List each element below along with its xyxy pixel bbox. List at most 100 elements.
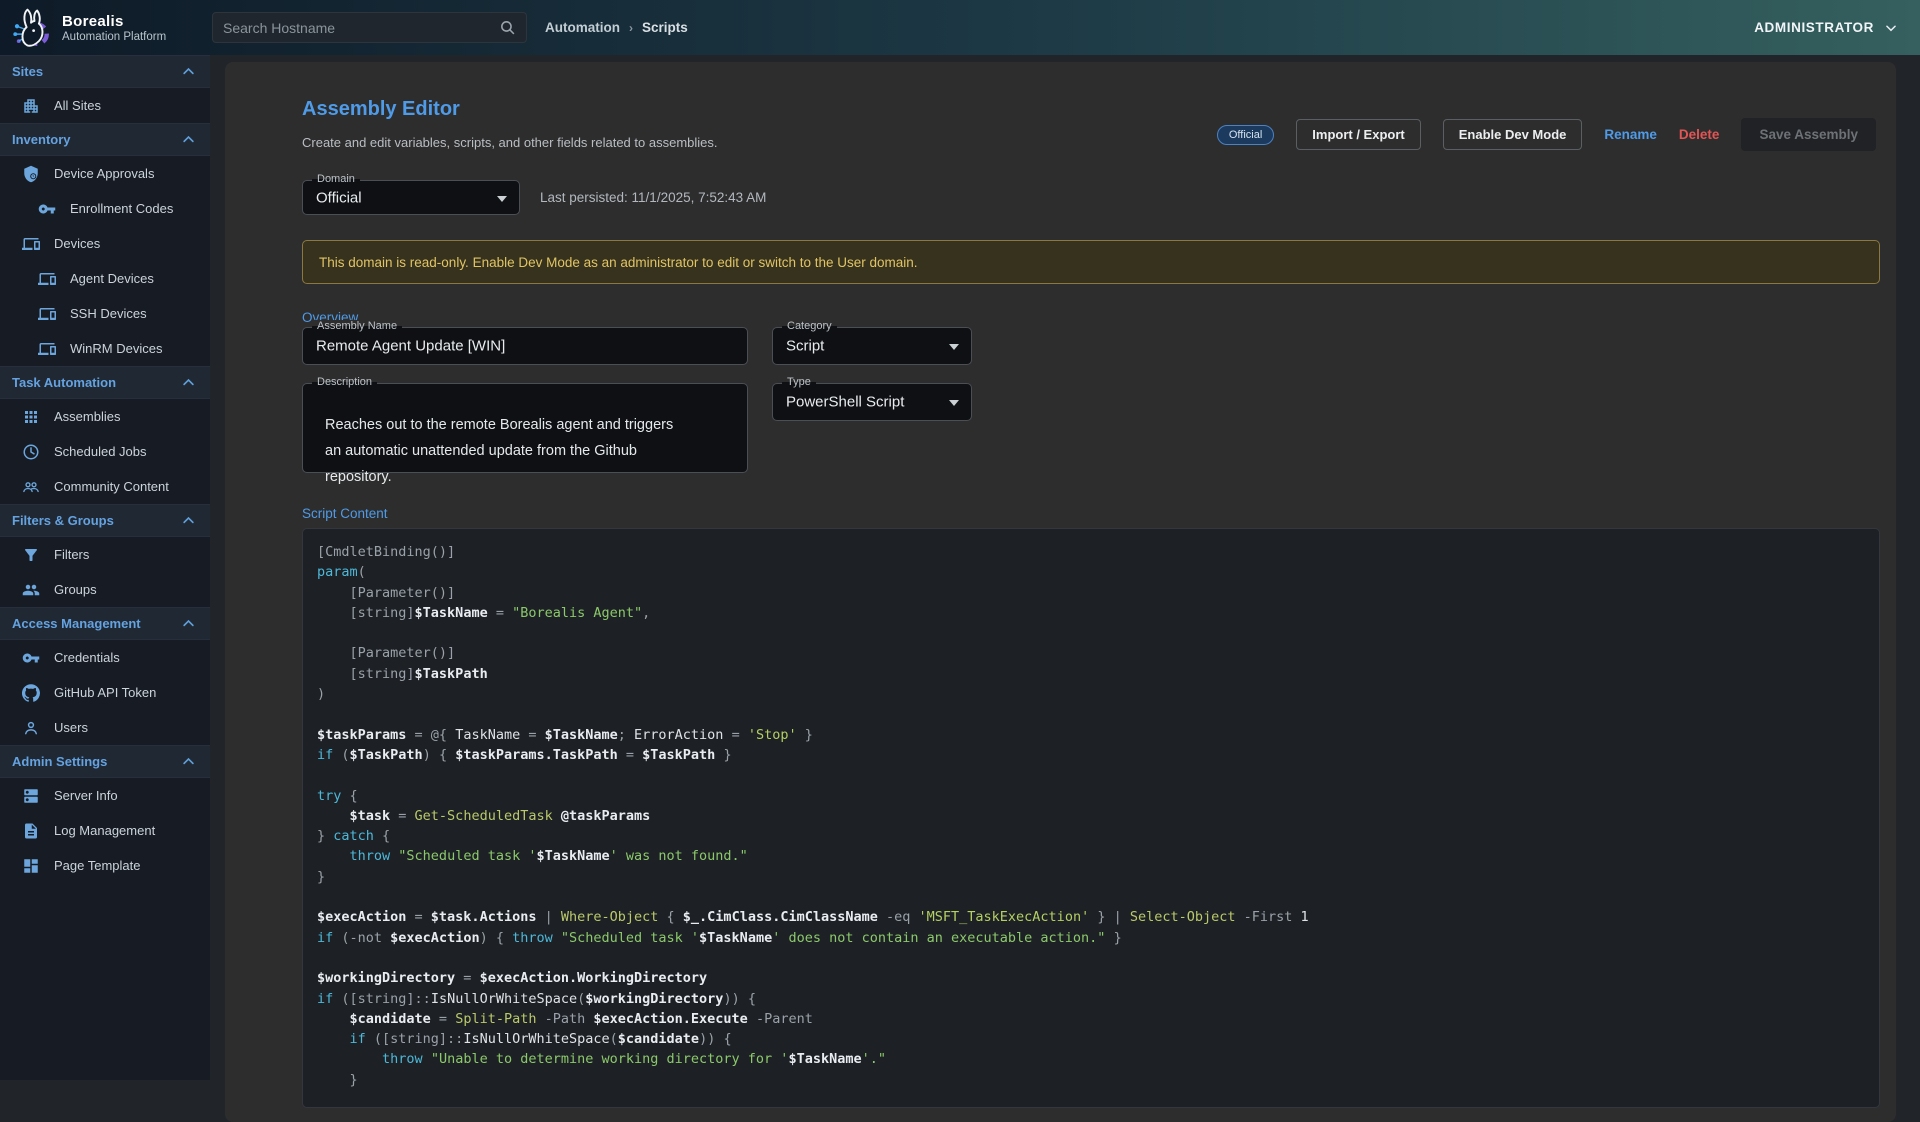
assembly-name-value: Remote Agent Update [WIN] xyxy=(316,338,505,355)
sidebar-section-task-automation[interactable]: Task Automation xyxy=(0,366,210,399)
sidebar-section-inventory[interactable]: Inventory xyxy=(0,123,210,156)
user-menu-button[interactable]: ADMINISTRATOR xyxy=(1754,0,1898,55)
sidebar-item-filters[interactable]: Filters xyxy=(0,537,210,572)
chevron-up-icon xyxy=(181,513,196,528)
description-label: Description xyxy=(312,376,377,388)
code-line: throw "Unable to determine working direc… xyxy=(317,1049,1879,1069)
last-persisted-text: Last persisted: 11/1/2025, 7:52:43 AM xyxy=(540,190,766,205)
code-line: [Parameter()] xyxy=(317,583,1879,603)
sidebar-item-scheduled-jobs[interactable]: Scheduled Jobs xyxy=(0,434,210,469)
chevron-up-icon xyxy=(181,64,196,79)
code-line: [string]$TaskPath xyxy=(317,664,1879,684)
read-only-warning: This domain is read-only. Enable Dev Mod… xyxy=(302,240,1880,284)
code-line: try { xyxy=(317,786,1879,806)
key-icon xyxy=(38,200,56,218)
sidebar-item-device-approvals[interactable]: Device Approvals xyxy=(0,156,210,191)
section-label: Sites xyxy=(12,64,43,79)
assembly-name-field[interactable]: Assembly Name Remote Agent Update [WIN] xyxy=(302,327,748,365)
category-label: Category xyxy=(782,320,837,332)
import-export-button[interactable]: Import / Export xyxy=(1296,119,1420,150)
section-label: Admin Settings xyxy=(12,754,107,769)
section-label: Inventory xyxy=(12,132,71,147)
sidebar-item-community-content[interactable]: Community Content xyxy=(0,469,210,504)
building-icon xyxy=(22,97,40,115)
layout-icon xyxy=(22,857,40,875)
section-label: Access Management xyxy=(12,616,141,631)
search-input[interactable] xyxy=(223,20,499,36)
category-select[interactable]: Category Script xyxy=(772,327,972,365)
code-line: param( xyxy=(317,562,1879,582)
search-hostname-box[interactable] xyxy=(212,12,527,43)
person-icon xyxy=(22,719,40,737)
type-label: Type xyxy=(782,376,816,388)
sidebar-item-winrm-devices[interactable]: WinRM Devices xyxy=(0,331,210,366)
rename-button[interactable]: Rename xyxy=(1604,127,1657,142)
people-icon xyxy=(22,478,40,496)
sidebar-item-label: WinRM Devices xyxy=(70,341,162,356)
sidebar-item-server-info[interactable]: Server Info xyxy=(0,778,210,813)
breadcrumb-scripts[interactable]: Scripts xyxy=(642,20,688,35)
code-line: $candidate = Split-Path -Path $execActio… xyxy=(317,1009,1879,1029)
section-label: Filters & Groups xyxy=(12,513,114,528)
sidebar-item-page-template[interactable]: Page Template xyxy=(0,848,210,883)
description-field[interactable]: Description Reaches out to the remote Bo… xyxy=(302,383,748,473)
sidebar-item-label: SSH Devices xyxy=(70,306,147,321)
type-select[interactable]: Type PowerShell Script xyxy=(772,383,972,421)
sidebar-item-label: Assemblies xyxy=(54,409,120,424)
sidebar-item-credentials[interactable]: Credentials xyxy=(0,640,210,675)
sidebar-item-label: Scheduled Jobs xyxy=(54,444,147,459)
devices-icon xyxy=(22,235,40,253)
header-actions: Official Import / Export Enable Dev Mode… xyxy=(1217,118,1876,151)
code-line xyxy=(317,623,1879,643)
chevron-up-icon xyxy=(181,375,196,390)
sidebar-item-ssh-devices[interactable]: SSH Devices xyxy=(0,296,210,331)
sidebar-item-log-management[interactable]: Log Management xyxy=(0,813,210,848)
code-line: if ([string]::IsNullOrWhiteSpace($workin… xyxy=(317,989,1879,1009)
sidebar-item-enrollment-codes[interactable]: Enrollment Codes xyxy=(0,191,210,226)
delete-button[interactable]: Delete xyxy=(1679,127,1720,142)
official-badge: Official xyxy=(1217,125,1274,145)
sidebar-section-access-management[interactable]: Access Management xyxy=(0,607,210,640)
devices-icon xyxy=(38,270,56,288)
code-line: ) xyxy=(317,684,1879,704)
log-icon xyxy=(22,822,40,840)
dropdown-arrow-icon xyxy=(949,344,959,350)
domain-select[interactable]: Domain Official xyxy=(302,180,520,215)
breadcrumb: Automation › Scripts xyxy=(545,0,688,55)
sidebar-section-filters-groups[interactable]: Filters & Groups xyxy=(0,504,210,537)
section-label: Task Automation xyxy=(12,375,116,390)
sidebar-item-users[interactable]: Users xyxy=(0,710,210,745)
sidebar-item-devices[interactable]: Devices xyxy=(0,226,210,261)
code-line: $task = Get-ScheduledTask @taskParams xyxy=(317,806,1879,826)
sidebar-item-label: Enrollment Codes xyxy=(70,201,173,216)
code-line: $taskParams = @{ TaskName = $TaskName; E… xyxy=(317,725,1879,745)
sidebar-item-agent-devices[interactable]: Agent Devices xyxy=(0,261,210,296)
code-line: if (-not $execAction) { throw "Scheduled… xyxy=(317,928,1879,948)
server-icon xyxy=(22,787,40,805)
sidebar-item-label: Devices xyxy=(54,236,100,251)
user-menu-label: ADMINISTRATOR xyxy=(1754,20,1874,35)
sidebar-item-github-api-token[interactable]: GitHub API Token xyxy=(0,675,210,710)
breadcrumb-automation[interactable]: Automation xyxy=(545,20,620,35)
chevron-up-icon xyxy=(181,132,196,147)
sidebar-item-label: Page Template xyxy=(54,858,141,873)
chevron-up-icon xyxy=(181,754,196,769)
shield-icon xyxy=(22,165,40,183)
script-editor[interactable]: [CmdletBinding()]param( [Parameter()] [s… xyxy=(302,528,1880,1108)
sidebar-item-assemblies[interactable]: Assemblies xyxy=(0,399,210,434)
chevron-up-icon xyxy=(181,616,196,631)
sidebar-item-groups[interactable]: Groups xyxy=(0,572,210,607)
sidebar-section-admin-settings[interactable]: Admin Settings xyxy=(0,745,210,778)
brand[interactable]: Borealis Automation Platform xyxy=(0,7,210,49)
enable-dev-mode-button[interactable]: Enable Dev Mode xyxy=(1443,119,1583,150)
brand-subtitle: Automation Platform xyxy=(62,31,166,43)
dropdown-arrow-icon xyxy=(949,400,959,406)
sidebar-section-sites[interactable]: Sites xyxy=(0,55,210,88)
sidebar-item-label: Agent Devices xyxy=(70,271,154,286)
read-only-warning-text: This domain is read-only. Enable Dev Mod… xyxy=(319,255,918,270)
search-icon[interactable] xyxy=(499,19,516,36)
sidebar-item-all-sites[interactable]: All Sites xyxy=(0,88,210,123)
sidebar-item-label: Community Content xyxy=(54,479,169,494)
save-assembly-button[interactable]: Save Assembly xyxy=(1741,118,1876,151)
breadcrumb-separator-icon: › xyxy=(629,21,633,35)
